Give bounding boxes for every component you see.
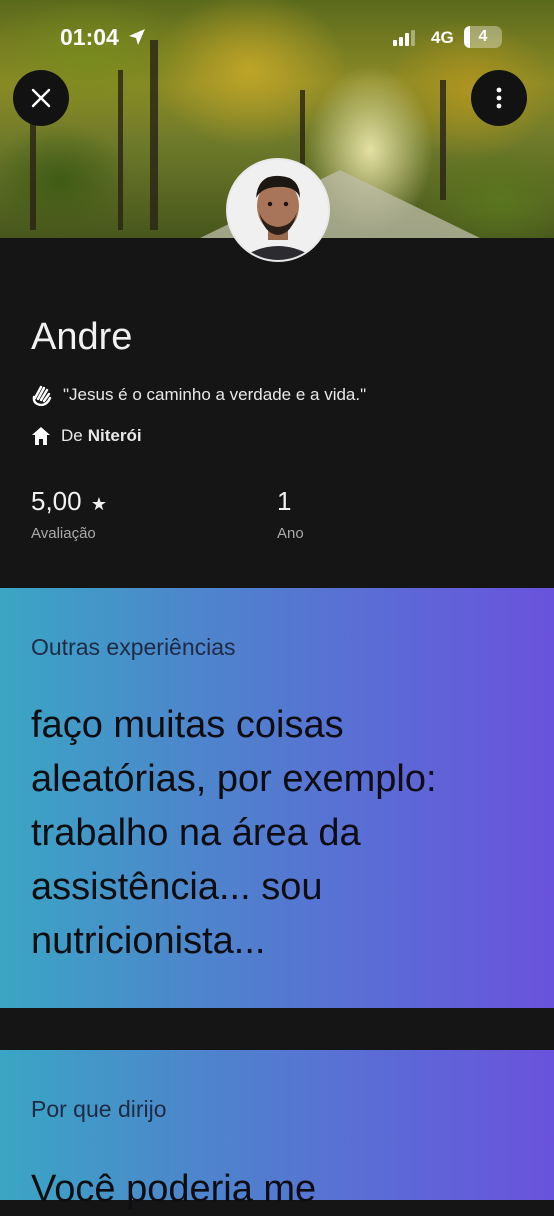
close-icon bbox=[31, 88, 51, 108]
experience-line: aleatórias, por exemplo: bbox=[31, 758, 437, 800]
experience-line: nutricionista... bbox=[31, 920, 266, 962]
hometown-prefix: De bbox=[61, 426, 83, 445]
close-button[interactable] bbox=[13, 70, 69, 126]
experience-card-label: Outras experiências bbox=[31, 634, 236, 660]
more-vertical-icon bbox=[496, 87, 502, 109]
network-type: 4G bbox=[431, 28, 454, 47]
waving-hand-icon bbox=[32, 385, 52, 406]
cell-signal-icon bbox=[393, 30, 415, 46]
avatar bbox=[226, 158, 330, 262]
status-time: 01:04 bbox=[60, 24, 119, 50]
rating-label: Avaliação bbox=[31, 525, 96, 542]
years-label: Ano bbox=[277, 525, 304, 542]
location-arrow-icon bbox=[129, 29, 145, 45]
experience-line: assistência... sou bbox=[31, 866, 323, 908]
battery-level: 4 bbox=[478, 28, 488, 45]
experience-line: trabalho na área da bbox=[31, 812, 361, 854]
rating-value: 5,00 bbox=[31, 486, 82, 516]
why-i-drive-text: Você poderia me bbox=[31, 1162, 526, 1216]
hometown-city: Niterói bbox=[87, 426, 142, 445]
home-icon bbox=[32, 427, 50, 445]
status-bar: 01:04 4G 4 bbox=[0, 0, 554, 76]
hometown-row: De Niterói bbox=[31, 426, 142, 446]
driver-quote: "Jesus é o caminho a verdade e a vida." bbox=[63, 385, 367, 404]
more-options-button[interactable] bbox=[471, 70, 527, 126]
rating-value-row: 5,00 ★ bbox=[31, 486, 107, 517]
experience-card-text: faço muitas coisas aleatórias, por exemp… bbox=[31, 698, 526, 968]
quote-row: "Jesus é o caminho a verdade e a vida." bbox=[31, 384, 366, 406]
battery-icon: 4 bbox=[464, 26, 502, 48]
why-i-drive-label: Por que dirijo bbox=[31, 1096, 167, 1122]
why-i-drive-card: Por que dirijo Você poderia me bbox=[0, 1050, 554, 1210]
why-i-drive-line: Você poderia me bbox=[31, 1168, 317, 1210]
star-icon: ★ bbox=[90, 494, 107, 514]
driver-name: Andre bbox=[31, 316, 133, 358]
years-value: 1 bbox=[277, 486, 292, 516]
experience-card: Outras experiências faço muitas coisas a… bbox=[0, 588, 554, 1008]
experience-line: faço muitas coisas bbox=[31, 704, 344, 746]
